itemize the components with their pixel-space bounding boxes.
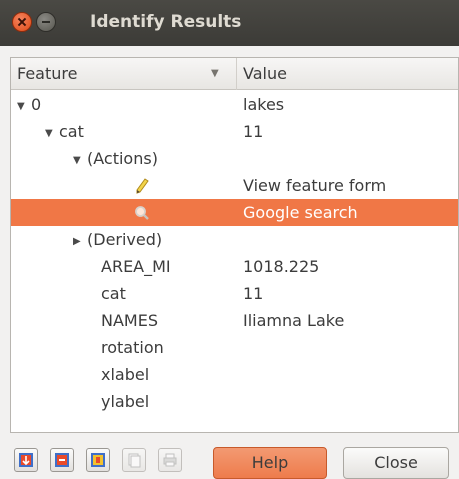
- print-button[interactable]: [158, 448, 182, 472]
- attribute-row[interactable]: NAMES Iliamna Lake: [11, 307, 458, 334]
- row-key: (Derived): [87, 230, 163, 249]
- identify-results-window: Identify Results Feature ▼ Value ▼ 0 lake…: [0, 0, 459, 479]
- copy-button[interactable]: [122, 448, 146, 472]
- window-title: Identify Results: [90, 12, 242, 32]
- attribute-name: ylabel: [101, 392, 150, 411]
- collapse-arrow-icon[interactable]: ▼: [73, 147, 87, 174]
- minimize-window-icon[interactable]: [36, 12, 56, 32]
- expand-button[interactable]: [14, 448, 38, 472]
- button-bar: Help Close: [0, 440, 459, 479]
- collapse-icon: [55, 453, 69, 467]
- sort-down-icon: ▼: [211, 68, 219, 79]
- action-google-search[interactable]: Google search: [11, 199, 458, 226]
- attribute-value: 1018.225: [243, 257, 320, 276]
- attribute-row[interactable]: cat 11: [11, 280, 458, 307]
- attribute-name: NAMES: [101, 311, 158, 330]
- tree-row-cat[interactable]: ▼ cat 11: [11, 118, 458, 145]
- results-tree[interactable]: Feature ▼ Value ▼ 0 lakes ▼ cat 11 ▼ (Actio…: [10, 57, 459, 433]
- tree-row-feature-0[interactable]: ▼ 0 lakes: [11, 91, 458, 118]
- expand-icon: [19, 453, 33, 467]
- action-label: Google search: [243, 203, 358, 222]
- feature-column-label: Feature: [17, 64, 78, 83]
- attribute-row[interactable]: rotation: [11, 334, 458, 361]
- layer-name: lakes: [243, 95, 285, 114]
- tree-header: Feature ▼ Value: [11, 58, 458, 90]
- attribute-name: cat: [101, 284, 126, 303]
- expand-new-button[interactable]: [86, 448, 110, 472]
- collapse-arrow-icon[interactable]: ▼: [17, 93, 31, 120]
- help-button[interactable]: Help: [213, 447, 327, 479]
- print-icon: [163, 453, 177, 467]
- attribute-name: xlabel: [101, 365, 150, 384]
- copy-icon: [128, 453, 141, 468]
- attribute-name: rotation: [101, 338, 164, 357]
- close-window-icon[interactable]: [12, 12, 32, 32]
- row-key: (Actions): [87, 149, 158, 168]
- tree-row-derived[interactable]: ▶ (Derived): [11, 226, 458, 253]
- attribute-row[interactable]: ylabel: [11, 388, 458, 415]
- attribute-row[interactable]: xlabel: [11, 361, 458, 388]
- expand-arrow-icon[interactable]: ▶: [73, 228, 87, 255]
- tree-row-actions[interactable]: ▼ (Actions): [11, 145, 458, 172]
- collapse-arrow-icon[interactable]: ▼: [45, 120, 59, 147]
- pencil-icon: [133, 176, 151, 194]
- attribute-value: 11: [243, 284, 264, 303]
- row-value: 11: [243, 122, 264, 141]
- attribute-name: AREA_MI: [101, 257, 171, 276]
- collapse-button[interactable]: [50, 448, 74, 472]
- action-label: View feature form: [243, 176, 387, 195]
- attribute-row[interactable]: AREA_MI 1018.225: [11, 253, 458, 280]
- close-button[interactable]: Close: [343, 447, 449, 479]
- expand-new-icon: [91, 453, 105, 467]
- title-bar[interactable]: Identify Results: [0, 0, 459, 46]
- value-column-header[interactable]: Value: [243, 58, 287, 90]
- attribute-value: Iliamna Lake: [243, 311, 345, 330]
- action-view-feature-form[interactable]: View feature form: [11, 172, 458, 199]
- row-key: cat: [59, 122, 84, 141]
- feature-id: 0: [31, 95, 42, 114]
- search-icon: [133, 203, 151, 221]
- feature-column-header[interactable]: Feature ▼: [11, 58, 237, 90]
